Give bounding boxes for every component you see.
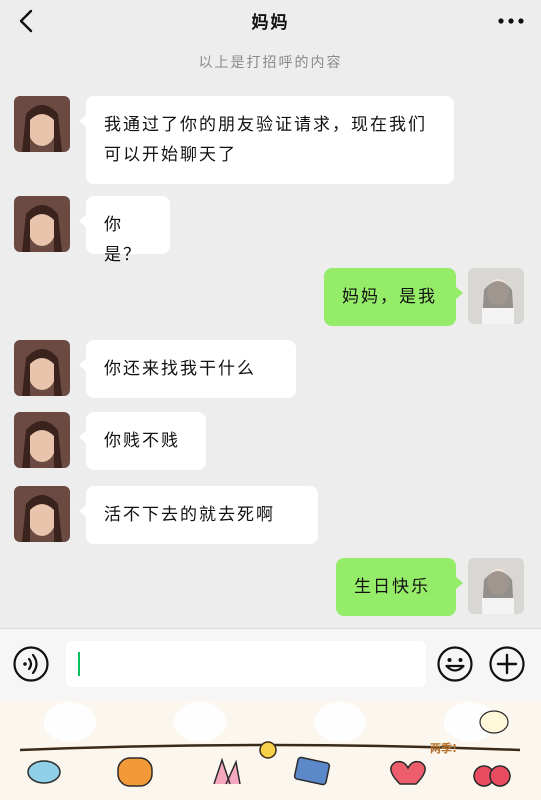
chat-header: 妈妈 [0,0,541,44]
text-caret [78,652,80,676]
more-dots-icon[interactable] [497,12,525,30]
plus-icon[interactable] [488,645,526,683]
my-avatar[interactable] [468,558,524,614]
message-bubble-incoming: 我通过了你的朋友验证请求，现在我们可以开始聊天了 [79,96,454,184]
my-avatar[interactable] [468,268,524,324]
emoji-icon[interactable] [436,645,474,683]
theme-label: 两季! [430,742,458,755]
mother-avatar[interactable] [14,96,70,152]
mother-avatar[interactable] [14,412,70,468]
input-bar [0,628,541,700]
message-bubble-incoming: 活不下去的就去死啊 [79,486,318,544]
message-input[interactable] [66,641,426,687]
mother-avatar[interactable] [14,486,70,542]
chat-title: 妈妈 [251,13,290,33]
mother-avatar[interactable] [14,196,70,252]
message-bubble-incoming: 你贱不贱 [79,412,206,470]
system-note: 以上是打招呼的内容 [198,55,343,71]
mother-avatar[interactable] [14,340,70,396]
voice-icon[interactable] [12,645,50,683]
message-bubble-incoming: 你是？ [79,196,170,265]
message-bubble-outgoing: 生日快乐 [336,558,463,616]
message-bubble-outgoing: 妈妈，是我 [324,268,463,326]
message-bubble-incoming: 你还来找我干什么 [79,340,296,398]
keyboard-theme-decoration: 两季! [0,700,541,800]
theme-artwork [19,702,521,787]
